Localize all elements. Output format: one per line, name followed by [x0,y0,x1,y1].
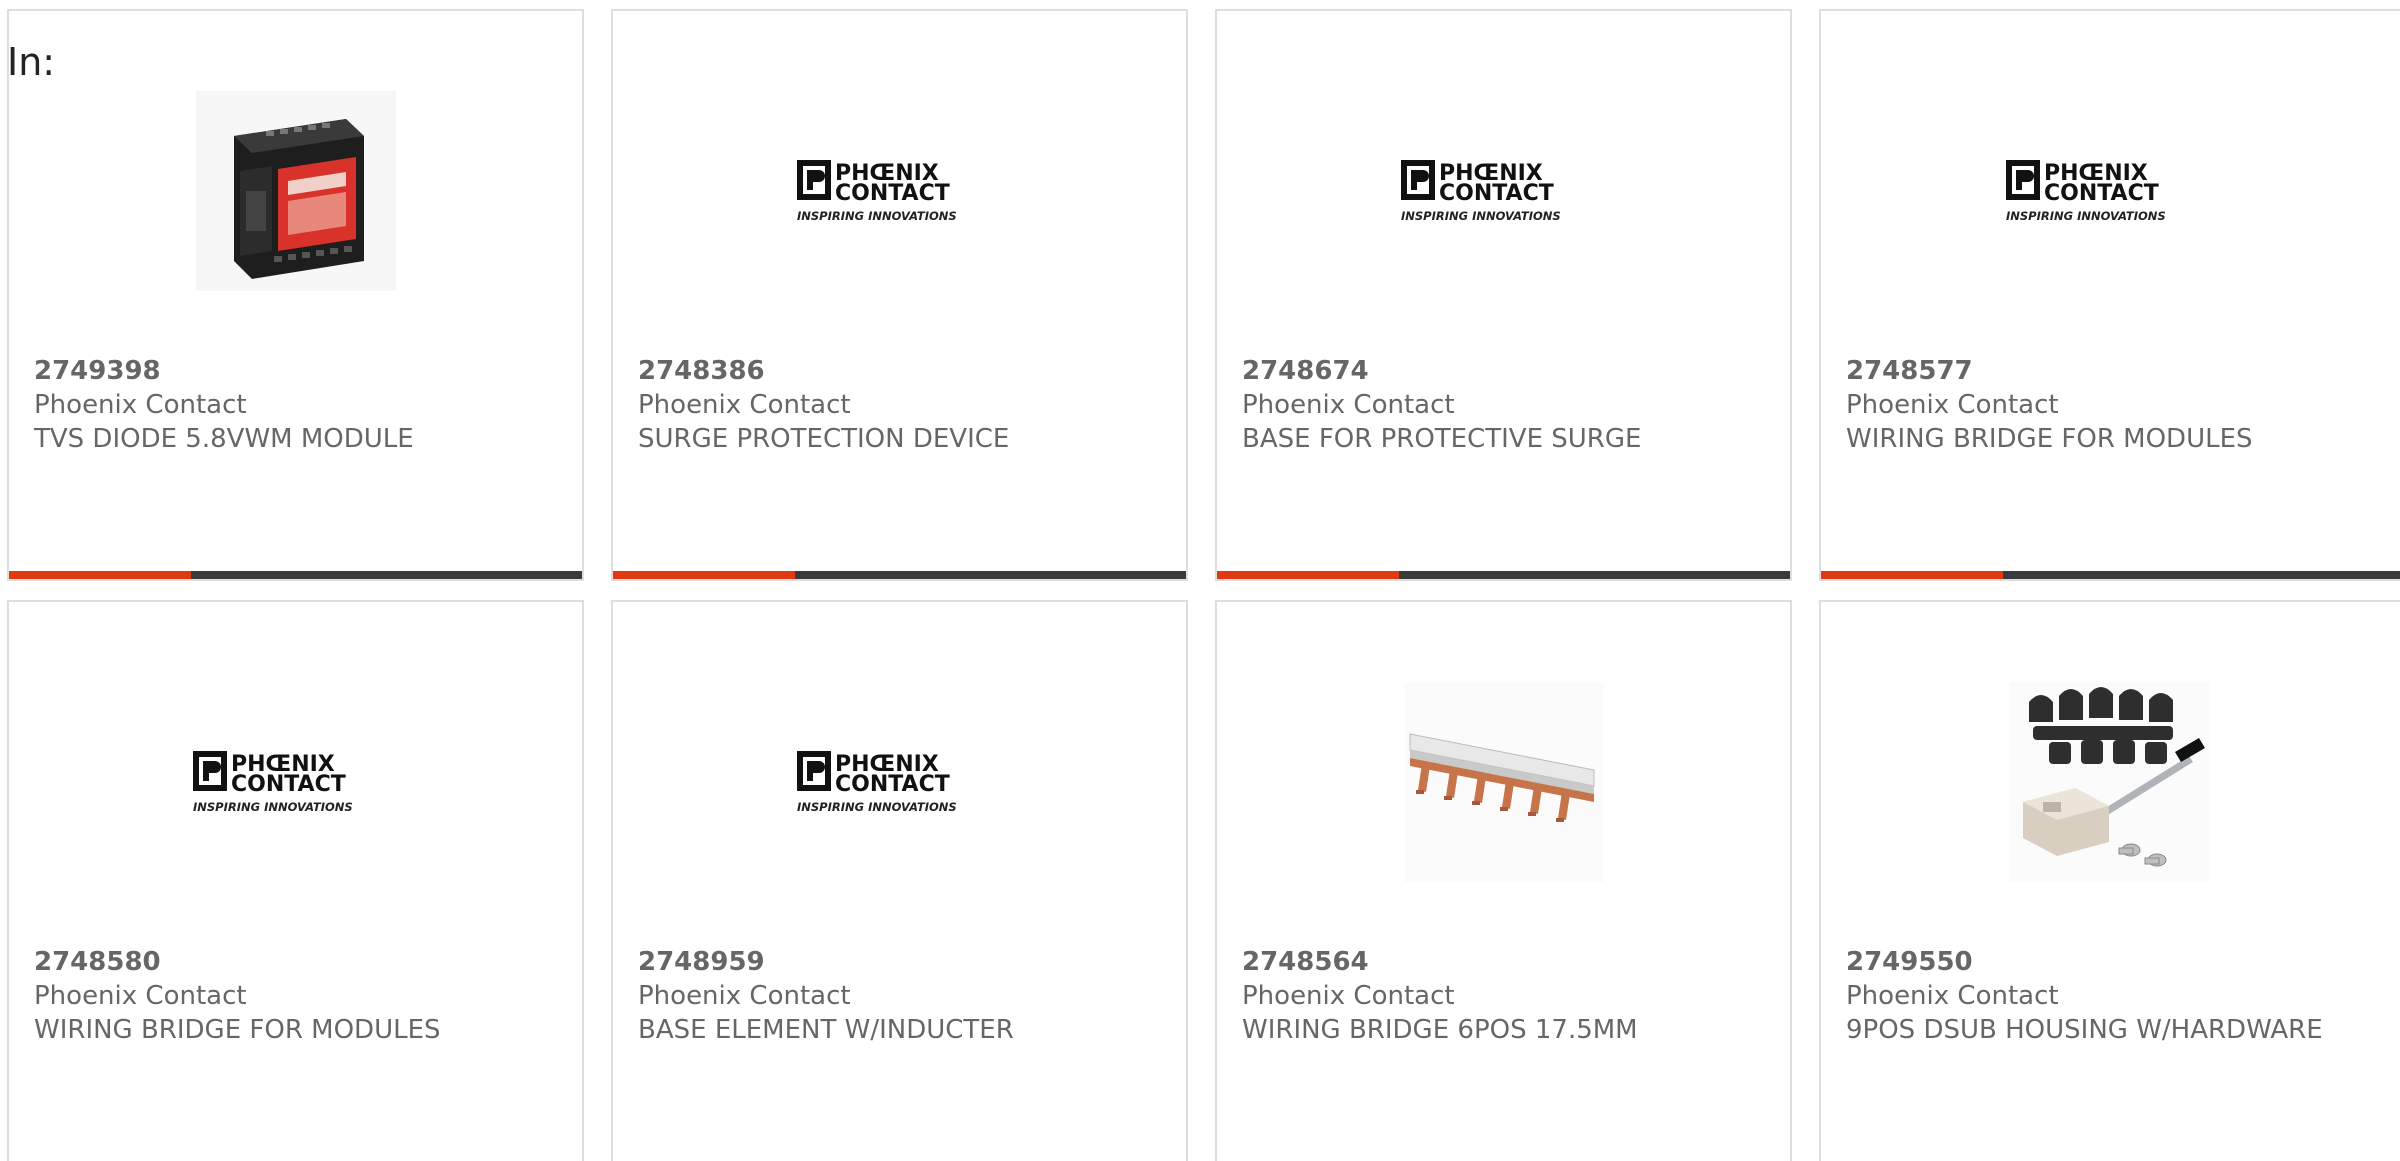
product-info: 2748386 Phoenix Contact SURGE PROTECTION… [638,354,1166,456]
product-description: WIRING BRIDGE FOR MODULES [34,1015,441,1045]
card-footer-accent [613,571,795,579]
part-number-link[interactable]: 2748580 [34,945,562,979]
product-thumbnail[interactable] [1217,682,1790,882]
product-thumbnail[interactable]: PHŒNIX CONTACT INSPIRING INNOVATIONS [9,682,582,882]
product-description: TVS DIODE 5.8VWM MODULE [34,424,414,454]
product-description: SURGE PROTECTION DEVICE [638,424,1010,454]
phoenix-contact-logo: PHŒNIX CONTACT INSPIRING INNOVATIONS [192,751,353,814]
product-description: 9POS DSUB HOUSING W/HARDWARE [1846,1015,2323,1045]
product-info: 2748580 Phoenix Contact WIRING BRIDGE FO… [34,945,562,1047]
card-footer-bar [613,571,1186,579]
product-info: 2748577 Phoenix Contact WIRING BRIDGE FO… [1846,354,2380,456]
phoenix-contact-logo: PHŒNIX CONTACT INSPIRING INNOVATIONS [796,160,957,223]
manufacturer-label: Phoenix Contact [1242,390,1455,420]
card-footer-bar [9,571,582,579]
phoenix-contact-logo: PHŒNIX CONTACT INSPIRING INNOVATIONS [1400,160,1561,223]
card-footer-accent [9,571,191,579]
logo-tagline: INSPIRING INNOVATIONS [797,800,957,814]
product-description: WIRING BRIDGE 6POS 17.5MM [1242,1015,1638,1045]
logo-tagline: INSPIRING INNOVATIONS [1401,209,1561,223]
product-card[interactable]: PHŒNIX CONTACT INSPIRING INNOVATIONS 274… [7,600,584,1161]
product-info: 2748674 Phoenix Contact BASE FOR PROTECT… [1242,354,1770,456]
manufacturer-label: Phoenix Contact [1242,981,1455,1011]
part-number-link[interactable]: 2748674 [1242,354,1770,388]
product-card[interactable]: 2749550 Phoenix Contact 9POS DSUB HOUSIN… [1819,600,2400,1161]
product-card[interactable]: 2749398 Phoenix Contact TVS DIODE 5.8VWM… [7,9,584,581]
logo-tagline: INSPIRING INNOVATIONS [193,800,353,814]
manufacturer-label: Phoenix Contact [638,390,851,420]
logo-line2: CONTACT [1439,181,1554,206]
manufacturer-label: Phoenix Contact [638,981,851,1011]
product-info: 2749550 Phoenix Contact 9POS DSUB HOUSIN… [1846,945,2380,1047]
product-card[interactable]: PHŒNIX CONTACT INSPIRING INNOVATIONS 274… [611,600,1188,1161]
phoenix-contact-logo: PHŒNIX CONTACT INSPIRING INNOVATIONS [2005,160,2166,223]
product-thumbnail[interactable]: PHŒNIX CONTACT INSPIRING INNOVATIONS [1217,91,1790,291]
product-card[interactable]: PHŒNIX CONTACT INSPIRING INNOVATIONS 274… [1215,9,1792,581]
product-card[interactable]: PHŒNIX CONTACT INSPIRING INNOVATIONS 274… [1819,9,2400,581]
phoenix-contact-logo: PHŒNIX CONTACT INSPIRING INNOVATIONS [796,751,957,814]
product-thumbnail[interactable]: PHŒNIX CONTACT INSPIRING INNOVATIONS [1821,91,2396,291]
manufacturer-label: Phoenix Contact [1846,981,2059,1011]
part-number-link[interactable]: 2749398 [34,354,562,388]
product-info: 2748564 Phoenix Contact WIRING BRIDGE 6P… [1242,945,1770,1047]
product-description: BASE FOR PROTECTIVE SURGE [1242,424,1642,454]
logo-line2: CONTACT [231,772,346,797]
card-footer-accent [1821,571,2003,579]
part-number-link[interactable]: 2748577 [1846,354,2380,388]
product-thumbnail[interactable] [9,91,582,291]
product-grid: 2749398 Phoenix Contact TVS DIODE 5.8VWM… [0,0,2400,1161]
logo-line2: CONTACT [835,772,950,797]
logo-tagline: INSPIRING INNOVATIONS [797,209,957,223]
product-thumbnail[interactable]: PHŒNIX CONTACT INSPIRING INNOVATIONS [613,91,1186,291]
part-number-link[interactable]: 2748959 [638,945,1166,979]
wiring-bridge-image [1403,682,1604,882]
manufacturer-label: Phoenix Contact [1846,390,2059,420]
part-number-link[interactable]: 2748386 [638,354,1166,388]
logo-line2: CONTACT [2044,181,2159,206]
card-footer-accent [1217,571,1399,579]
manufacturer-label: Phoenix Contact [34,981,247,1011]
part-number-link[interactable]: 2749550 [1846,945,2380,979]
product-thumbnail[interactable]: PHŒNIX CONTACT INSPIRING INNOVATIONS [613,682,1186,882]
part-number-link[interactable]: 2748564 [1242,945,1770,979]
product-info: 2749398 Phoenix Contact TVS DIODE 5.8VWM… [34,354,562,456]
product-grid-page: In: 2749398 Phoenix Contact TVS DIODE 5.… [0,0,2400,1161]
dsub-housing-image [2008,682,2209,882]
in-label: In: [7,40,56,84]
manufacturer-label: Phoenix Contact [34,390,247,420]
logo-tagline: INSPIRING INNOVATIONS [2006,209,2166,223]
product-card[interactable]: PHŒNIX CONTACT INSPIRING INNOVATIONS 274… [611,9,1188,581]
logo-line2: CONTACT [835,181,950,206]
card-footer-bar [1821,571,2400,579]
product-card[interactable]: 2748564 Phoenix Contact WIRING BRIDGE 6P… [1215,600,1792,1161]
product-thumbnail[interactable] [1821,682,2396,882]
product-description: BASE ELEMENT W/INDUCTER [638,1015,1014,1045]
card-footer-bar [1217,571,1790,579]
surge-module-image [195,91,396,291]
product-info: 2748959 Phoenix Contact BASE ELEMENT W/I… [638,945,1166,1047]
product-description: WIRING BRIDGE FOR MODULES [1846,424,2253,454]
